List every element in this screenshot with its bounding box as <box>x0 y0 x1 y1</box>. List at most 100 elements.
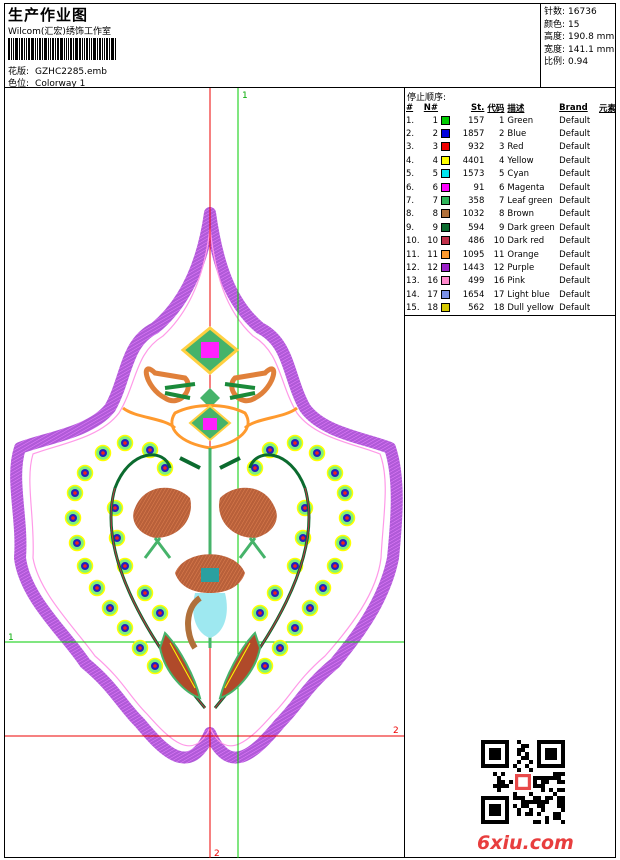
col-code: 代码 <box>487 103 505 114</box>
color-swatch <box>441 209 451 219</box>
row-stitches: 1654 <box>462 289 485 300</box>
row-idx: 5. <box>406 169 415 180</box>
table-row[interactable]: 3. 3 932 3 Red Default <box>406 141 616 154</box>
table-row[interactable]: 14. 17 1654 17 Light blue Default <box>406 288 616 301</box>
table-row[interactable]: 9. 9 594 9 Dark green Default <box>406 221 616 234</box>
row-stitches: 358 <box>468 196 485 207</box>
color-swatch <box>441 196 451 206</box>
paisley-dot <box>146 657 164 675</box>
row-needle: 18 <box>427 303 439 314</box>
table-row[interactable]: 5. 5 1573 5 Cyan Default <box>406 168 616 181</box>
row-code: 16 <box>493 276 505 287</box>
paisley-dot <box>68 534 86 552</box>
table-row[interactable]: 15. 18 562 18 Dull yellow Default <box>406 301 616 314</box>
row-needle: 8 <box>432 209 439 220</box>
paisley-dot <box>88 579 106 597</box>
table-row[interactable]: 7. 7 358 7 Leaf green Default <box>406 194 616 207</box>
row-idx: 14. <box>406 289 420 300</box>
row-idx: 4. <box>406 155 415 166</box>
paisley-dot <box>334 534 352 552</box>
row-desc: Dark red <box>507 236 545 247</box>
color-swatch <box>441 303 451 313</box>
marker-bottom: 2 <box>214 849 220 858</box>
page-title: 生产作业图 <box>8 6 89 24</box>
row-brand: Default <box>559 142 591 153</box>
table-row[interactable]: 13. 16 499 16 Pink Default <box>406 275 616 288</box>
row-brand: Default <box>559 262 591 273</box>
row-brand: Default <box>559 182 591 193</box>
row-desc: Leaf green <box>507 196 553 207</box>
row-stitches: 4401 <box>462 155 485 166</box>
row-desc: Brown <box>507 209 535 220</box>
row-brand: Default <box>559 289 591 300</box>
row-brand: Default <box>559 196 591 207</box>
col-desc: 描述 <box>507 103 525 114</box>
row-stitches: 1095 <box>462 249 485 260</box>
paisley-dot <box>66 484 84 502</box>
color-swatch <box>441 276 451 286</box>
side-panel: 停止顺序: # N# St. 代码 描述 Brand 元素 1. 1 157 1 Gre… <box>405 88 616 858</box>
table-row[interactable]: 11. 11 1095 11 Orange Default <box>406 248 616 261</box>
row-idx: 3. <box>406 142 415 153</box>
stat-scale: 比例: 0.94 <box>544 57 589 67</box>
row-stitches: 91 <box>473 182 485 193</box>
row-desc: Dark green <box>507 222 555 233</box>
row-needle: 11 <box>427 249 439 260</box>
stat-colors: 颜色: 15 <box>544 19 580 30</box>
paisley-dot <box>246 459 264 477</box>
table-row[interactable]: 8. 8 1032 8 Brown Default <box>406 208 616 221</box>
row-stitches: 486 <box>468 236 485 247</box>
stat-stitches: 针数: 16736 <box>544 7 597 17</box>
row-brand: Default <box>559 303 591 314</box>
row-code: 11 <box>493 249 505 260</box>
embroidery-design: 1 1 2 2 <box>5 88 404 858</box>
paisley-dot <box>116 619 134 637</box>
row-code: 12 <box>493 262 505 273</box>
row-code: 18 <box>493 303 505 314</box>
color-swatch <box>441 182 451 192</box>
stat-width: 宽度: 141.1 mm <box>544 44 615 55</box>
table-row[interactable]: 12. 12 1443 12 Purple Default <box>406 261 616 274</box>
row-brand: Default <box>559 115 591 126</box>
row-desc: Red <box>507 142 524 153</box>
paisley-dot <box>256 657 274 675</box>
row-idx: 10. <box>406 236 420 247</box>
table-row[interactable]: 10. 10 486 10 Dark red Default <box>406 235 616 248</box>
qr-code-icon <box>481 740 565 824</box>
table-row[interactable]: 2. 2 1857 2 Blue Default <box>406 127 616 140</box>
table-row[interactable]: 6. 6 91 6 Magenta Default <box>406 181 616 194</box>
row-stitches: 1032 <box>462 209 485 220</box>
paisley-dot <box>156 459 174 477</box>
paisley-dot <box>308 444 326 462</box>
paisley-dot <box>266 584 284 602</box>
table-row[interactable]: 4. 4 4401 4 Yellow Default <box>406 154 616 167</box>
design-canvas[interactable]: 1 1 2 2 <box>5 88 405 858</box>
color-swatch <box>441 115 451 125</box>
row-code: 3 <box>498 142 505 153</box>
stop-sequence-panel: 停止顺序: # N# St. 代码 描述 Brand 元素 1. 1 157 1 Gre… <box>405 88 616 316</box>
row-needle: 12 <box>427 262 439 273</box>
paisley-dot <box>314 579 332 597</box>
row-code: 9 <box>498 222 505 233</box>
col-brand: Brand <box>559 102 588 113</box>
table-row[interactable]: 1. 1 157 1 Green Default <box>406 114 616 127</box>
color-swatch <box>441 142 451 152</box>
row-needle: 7 <box>432 196 439 207</box>
row-desc: Magenta <box>507 182 545 193</box>
row-code: 1 <box>498 115 505 126</box>
marker-top: 1 <box>242 91 248 101</box>
company-name: Wilcom(汇宏)绣饰工作室 <box>8 27 111 37</box>
paisley-dot <box>76 464 94 482</box>
row-brand: Default <box>559 169 591 180</box>
paisley-dot <box>336 484 354 502</box>
row-code: 17 <box>493 289 505 300</box>
paisley-dot <box>101 599 119 617</box>
header-panel: 生产作业图 Wilcom(汇宏)绣饰工作室 花版: GZHC2285.emb 色位… <box>5 4 541 89</box>
row-idx: 6. <box>406 182 415 193</box>
paisley-dot <box>286 619 304 637</box>
color-swatch <box>441 129 451 139</box>
paisley-dot <box>116 434 134 452</box>
row-code: 2 <box>498 129 505 140</box>
row-idx: 8. <box>406 209 415 220</box>
barcode-icon <box>8 38 156 60</box>
